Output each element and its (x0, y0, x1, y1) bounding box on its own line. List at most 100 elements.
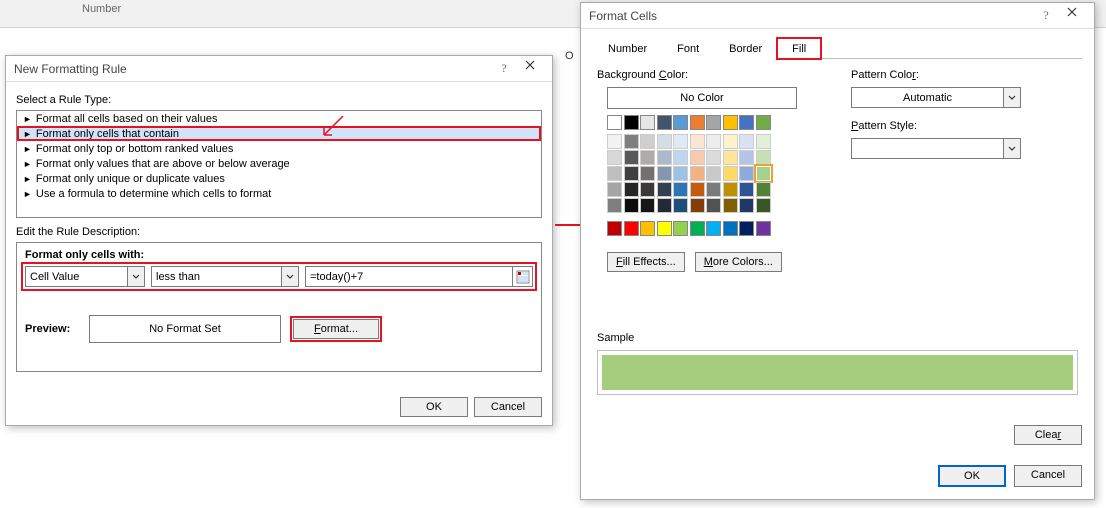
fill-effects-button[interactable]: Fill Effects... (607, 252, 685, 272)
no-color-button[interactable]: No Color (607, 87, 797, 109)
format-button[interactable]: Format... (293, 319, 379, 339)
rule-type-list[interactable]: ►Format all cells based on their values►… (16, 110, 542, 218)
color-swatch[interactable] (739, 134, 754, 149)
chevron-down-icon[interactable] (127, 267, 144, 286)
color-swatch[interactable] (739, 221, 754, 236)
color-swatch[interactable] (640, 134, 655, 149)
color-swatch[interactable] (673, 115, 688, 130)
color-swatch[interactable] (706, 166, 721, 181)
color-swatch[interactable] (756, 115, 771, 130)
condition-field-combo[interactable]: Cell Value (25, 266, 145, 287)
column-header-o[interactable]: O (565, 50, 574, 62)
color-swatch[interactable] (640, 221, 655, 236)
color-swatch[interactable] (706, 115, 721, 130)
rule-type-item[interactable]: ►Format only values that are above or be… (17, 156, 541, 171)
range-selector-icon[interactable] (512, 267, 532, 286)
color-swatch[interactable] (607, 198, 622, 213)
color-swatch[interactable] (756, 198, 771, 213)
color-swatch[interactable] (690, 166, 705, 181)
color-swatch[interactable] (756, 166, 771, 181)
color-swatch[interactable] (673, 221, 688, 236)
color-swatch[interactable] (607, 134, 622, 149)
color-swatch[interactable] (657, 150, 672, 165)
help-icon[interactable]: ? (492, 61, 516, 76)
color-swatch[interactable] (624, 198, 639, 213)
tab-font[interactable]: Font (662, 38, 714, 59)
color-swatch[interactable] (723, 182, 738, 197)
color-swatch[interactable] (624, 221, 639, 236)
color-swatch[interactable] (624, 115, 639, 130)
color-swatch[interactable] (690, 115, 705, 130)
cancel-button[interactable]: Cancel (474, 397, 542, 417)
color-swatch[interactable] (723, 166, 738, 181)
color-swatch[interactable] (657, 182, 672, 197)
color-swatch[interactable] (657, 198, 672, 213)
color-swatch[interactable] (706, 134, 721, 149)
color-swatch[interactable] (624, 134, 639, 149)
color-swatch[interactable] (640, 150, 655, 165)
color-swatch[interactable] (739, 198, 754, 213)
color-swatch[interactable] (723, 134, 738, 149)
color-swatch[interactable] (673, 198, 688, 213)
color-swatch[interactable] (723, 150, 738, 165)
color-swatch[interactable] (640, 198, 655, 213)
color-swatch[interactable] (756, 182, 771, 197)
color-swatch[interactable] (723, 198, 738, 213)
color-swatch[interactable] (690, 134, 705, 149)
color-swatch[interactable] (624, 182, 639, 197)
rule-type-item[interactable]: ►Format only cells that contain (17, 126, 541, 141)
color-swatch[interactable] (739, 182, 754, 197)
color-swatch[interactable] (607, 221, 622, 236)
tab-fill[interactable]: Fill (777, 38, 821, 59)
tab-border[interactable]: Border (714, 38, 777, 59)
help-icon[interactable]: ? (1034, 8, 1058, 23)
color-swatch[interactable] (706, 198, 721, 213)
color-swatch[interactable] (756, 150, 771, 165)
color-swatch[interactable] (690, 221, 705, 236)
color-swatch[interactable] (640, 182, 655, 197)
color-swatch[interactable] (607, 150, 622, 165)
color-swatch[interactable] (624, 150, 639, 165)
color-swatch[interactable] (690, 150, 705, 165)
close-icon[interactable] (516, 59, 544, 79)
color-swatch[interactable] (756, 221, 771, 236)
clear-button[interactable]: Clear (1014, 425, 1082, 445)
color-swatch[interactable] (739, 166, 754, 181)
color-swatch[interactable] (706, 182, 721, 197)
color-swatch[interactable] (673, 166, 688, 181)
rule-type-item[interactable]: ►Format only unique or duplicate values (17, 171, 541, 186)
color-swatch[interactable] (624, 166, 639, 181)
color-swatch[interactable] (706, 221, 721, 236)
condition-operator-combo[interactable]: less than (151, 266, 299, 287)
condition-value-field[interactable] (306, 271, 512, 283)
color-swatch[interactable] (706, 150, 721, 165)
rule-type-item[interactable]: ►Format all cells based on their values (17, 111, 541, 126)
color-swatch[interactable] (673, 182, 688, 197)
color-swatch[interactable] (690, 198, 705, 213)
color-swatch[interactable] (739, 150, 754, 165)
chevron-down-icon[interactable] (1003, 139, 1020, 158)
pattern-color-combo[interactable]: Automatic (851, 87, 1021, 108)
color-swatch[interactable] (657, 221, 672, 236)
rule-type-item[interactable]: ►Use a formula to determine which cells … (17, 186, 541, 201)
color-swatch[interactable] (756, 134, 771, 149)
color-swatch[interactable] (739, 115, 754, 130)
color-swatch[interactable] (640, 115, 655, 130)
color-swatch[interactable] (673, 150, 688, 165)
color-swatch[interactable] (723, 221, 738, 236)
rule-type-item[interactable]: ►Format only top or bottom ranked values (17, 141, 541, 156)
color-swatch[interactable] (723, 115, 738, 130)
color-swatch[interactable] (657, 115, 672, 130)
ok-button[interactable]: OK (400, 397, 468, 417)
color-swatch[interactable] (657, 166, 672, 181)
color-swatch[interactable] (607, 182, 622, 197)
color-swatch[interactable] (673, 134, 688, 149)
color-swatch[interactable] (690, 182, 705, 197)
ok-button[interactable]: OK (938, 465, 1006, 487)
pattern-style-combo[interactable] (851, 138, 1021, 159)
tab-number[interactable]: Number (593, 38, 662, 59)
chevron-down-icon[interactable] (1003, 88, 1020, 107)
color-swatch[interactable] (657, 134, 672, 149)
more-colors-button[interactable]: More Colors... (695, 252, 782, 272)
chevron-down-icon[interactable] (281, 267, 298, 286)
